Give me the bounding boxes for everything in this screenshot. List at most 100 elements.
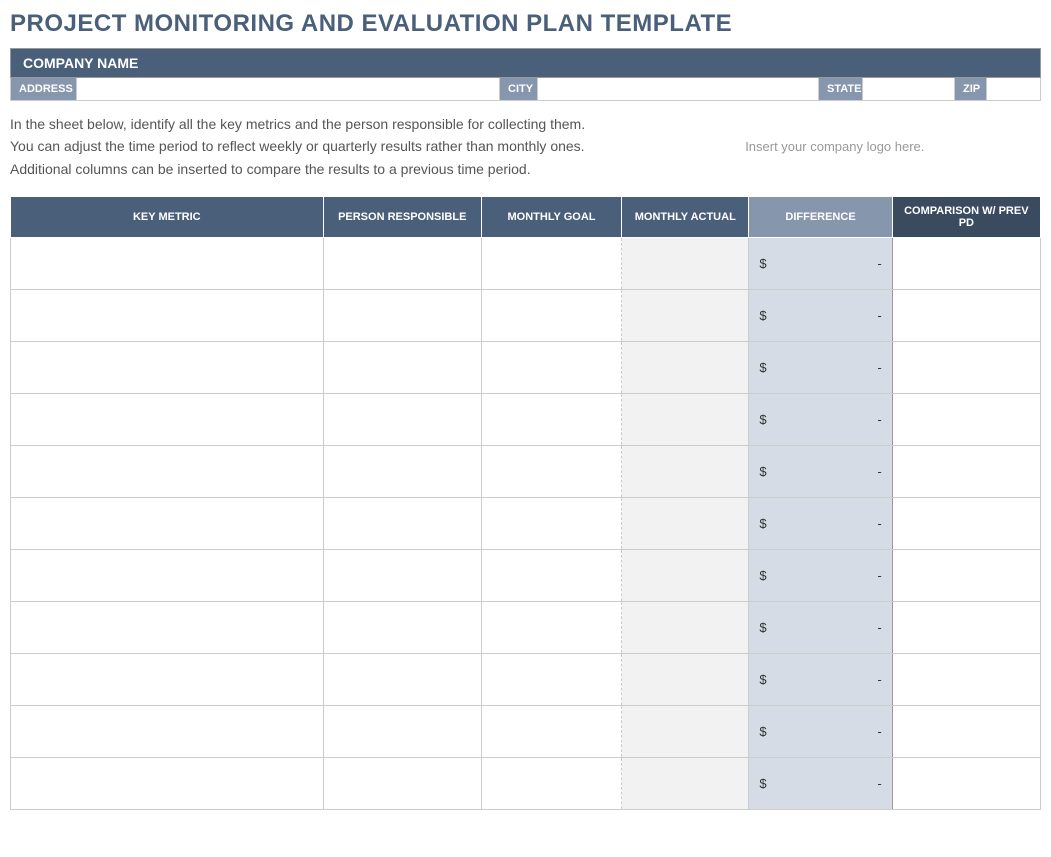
- table-row: $-: [11, 498, 1041, 550]
- diff-currency: $: [759, 620, 766, 635]
- state-input[interactable]: [863, 78, 955, 100]
- cell-person[interactable]: [323, 342, 481, 394]
- diff-currency: $: [759, 360, 766, 375]
- cell-comparison[interactable]: [892, 498, 1040, 550]
- cell-person[interactable]: [323, 654, 481, 706]
- diff-value: -: [877, 256, 881, 271]
- cell-key-metric[interactable]: [11, 654, 324, 706]
- cell-actual[interactable]: [622, 654, 749, 706]
- cell-key-metric[interactable]: [11, 498, 324, 550]
- page-title: PROJECT MONITORING AND EVALUATION PLAN T…: [10, 10, 1041, 38]
- city-input[interactable]: [538, 78, 819, 100]
- cell-key-metric[interactable]: [11, 550, 324, 602]
- table-row: $-: [11, 238, 1041, 290]
- zip-input[interactable]: [987, 78, 1040, 100]
- cell-key-metric[interactable]: [11, 342, 324, 394]
- cell-comparison[interactable]: [892, 654, 1040, 706]
- cell-actual[interactable]: [622, 238, 749, 290]
- cell-goal[interactable]: [481, 342, 621, 394]
- cell-actual[interactable]: [622, 342, 749, 394]
- table-row: $-: [11, 654, 1041, 706]
- instructions-text: In the sheet below, identify all the key…: [10, 113, 629, 180]
- cell-actual[interactable]: [622, 498, 749, 550]
- logo-placeholder[interactable]: Insert your company logo here.: [629, 113, 1041, 180]
- diff-value: -: [877, 464, 881, 479]
- cell-person[interactable]: [323, 238, 481, 290]
- cell-key-metric[interactable]: [11, 446, 324, 498]
- header-difference: DIFFERENCE: [749, 197, 892, 238]
- cell-difference: $-: [749, 290, 892, 342]
- diff-value: -: [877, 672, 881, 687]
- cell-actual[interactable]: [622, 550, 749, 602]
- cell-actual[interactable]: [622, 706, 749, 758]
- cell-actual[interactable]: [622, 602, 749, 654]
- table-header-row: KEY METRIC PERSON RESPONSIBLE MONTHLY GO…: [11, 197, 1041, 238]
- table-row: $-: [11, 758, 1041, 810]
- cell-goal[interactable]: [481, 602, 621, 654]
- table-row: $-: [11, 446, 1041, 498]
- cell-comparison[interactable]: [892, 290, 1040, 342]
- cell-difference: $-: [749, 342, 892, 394]
- diff-value: -: [877, 776, 881, 791]
- cell-actual[interactable]: [622, 394, 749, 446]
- diff-currency: $: [759, 776, 766, 791]
- cell-person[interactable]: [323, 290, 481, 342]
- cell-person[interactable]: [323, 550, 481, 602]
- diff-currency: $: [759, 672, 766, 687]
- cell-goal[interactable]: [481, 238, 621, 290]
- cell-goal[interactable]: [481, 498, 621, 550]
- cell-comparison[interactable]: [892, 342, 1040, 394]
- cell-key-metric[interactable]: [11, 758, 324, 810]
- cell-comparison[interactable]: [892, 394, 1040, 446]
- cell-goal[interactable]: [481, 550, 621, 602]
- cell-goal[interactable]: [481, 706, 621, 758]
- cell-person[interactable]: [323, 498, 481, 550]
- diff-value: -: [877, 724, 881, 739]
- diff-value: -: [877, 620, 881, 635]
- cell-actual[interactable]: [622, 446, 749, 498]
- cell-comparison[interactable]: [892, 706, 1040, 758]
- cell-difference: $-: [749, 706, 892, 758]
- cell-key-metric[interactable]: [11, 602, 324, 654]
- address-row: ADDRESS CITY STATE ZIP: [10, 78, 1041, 101]
- cell-goal[interactable]: [481, 654, 621, 706]
- diff-currency: $: [759, 516, 766, 531]
- table-row: $-: [11, 342, 1041, 394]
- city-label: CITY: [500, 78, 538, 100]
- table-row: $-: [11, 394, 1041, 446]
- cell-difference: $-: [749, 550, 892, 602]
- cell-actual[interactable]: [622, 290, 749, 342]
- cell-comparison[interactable]: [892, 238, 1040, 290]
- cell-difference: $-: [749, 238, 892, 290]
- cell-person[interactable]: [323, 758, 481, 810]
- cell-difference: $-: [749, 602, 892, 654]
- cell-key-metric[interactable]: [11, 706, 324, 758]
- diff-currency: $: [759, 256, 766, 271]
- cell-goal[interactable]: [481, 290, 621, 342]
- company-name-header: COMPANY NAME: [10, 48, 1041, 78]
- cell-difference: $-: [749, 394, 892, 446]
- cell-difference: $-: [749, 654, 892, 706]
- cell-actual[interactable]: [622, 758, 749, 810]
- cell-comparison[interactable]: [892, 446, 1040, 498]
- header-goal: MONTHLY GOAL: [481, 197, 621, 238]
- cell-goal[interactable]: [481, 446, 621, 498]
- header-person: PERSON RESPONSIBLE: [323, 197, 481, 238]
- address-input[interactable]: [77, 78, 500, 100]
- header-key-metric: KEY METRIC: [11, 197, 324, 238]
- cell-comparison[interactable]: [892, 550, 1040, 602]
- cell-comparison[interactable]: [892, 758, 1040, 810]
- cell-goal[interactable]: [481, 394, 621, 446]
- cell-person[interactable]: [323, 446, 481, 498]
- cell-key-metric[interactable]: [11, 394, 324, 446]
- cell-goal[interactable]: [481, 758, 621, 810]
- cell-difference: $-: [749, 758, 892, 810]
- info-section: In the sheet below, identify all the key…: [10, 113, 1041, 180]
- cell-person[interactable]: [323, 602, 481, 654]
- cell-key-metric[interactable]: [11, 238, 324, 290]
- cell-person[interactable]: [323, 706, 481, 758]
- cell-key-metric[interactable]: [11, 290, 324, 342]
- state-label: STATE: [819, 78, 863, 100]
- cell-comparison[interactable]: [892, 602, 1040, 654]
- cell-person[interactable]: [323, 394, 481, 446]
